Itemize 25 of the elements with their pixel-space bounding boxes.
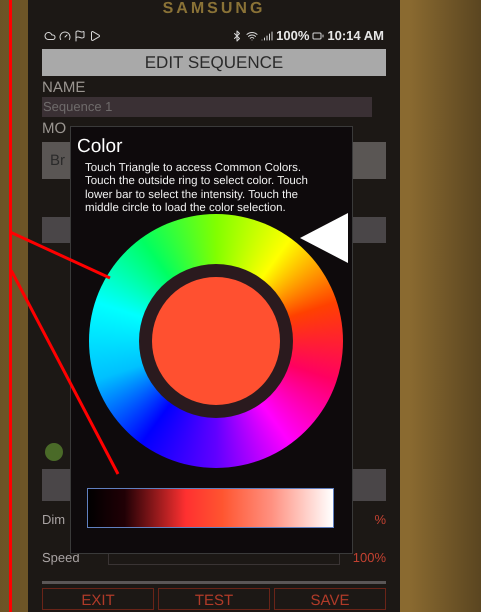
dialog-title: Color <box>77 135 124 159</box>
brand-logo: SAMSUNG <box>162 1 266 17</box>
name-label: NAME <box>42 79 86 97</box>
slider-reading: 100% <box>352 549 386 568</box>
dialog-instructions: Touch Triangle to access Common Colors. Touch the outside ring to select color. Touch lower bar to select the intensity. Touch the middle circle to load the color selection. <box>85 162 309 216</box>
triangle-icon[interactable] <box>300 213 348 263</box>
slider-label: Dim <box>42 511 66 530</box>
clock: 10:14 AM <box>327 27 384 46</box>
slider-label: Speed <box>42 549 81 568</box>
screen-title: EDIT SEQUENCE <box>42 49 386 76</box>
slider-reading: % <box>373 511 386 530</box>
intensity-bar[interactable] <box>87 488 334 528</box>
signal-icon <box>261 30 274 42</box>
name-field[interactable]: Sequence 1 <box>42 97 372 117</box>
mode-label: MO <box>42 120 68 138</box>
battery-icon <box>312 30 324 42</box>
action-button[interactable]: EXIT <box>42 588 154 610</box>
action-button[interactable]: TEST <box>158 588 270 610</box>
gauge-icon <box>59 30 71 42</box>
flag-icon <box>74 30 86 42</box>
action-button[interactable]: SAVE <box>274 588 386 610</box>
add-icon <box>45 443 63 461</box>
play-icon <box>89 30 101 42</box>
weather-icon <box>44 30 56 42</box>
battery-percent: 100% <box>276 27 310 46</box>
